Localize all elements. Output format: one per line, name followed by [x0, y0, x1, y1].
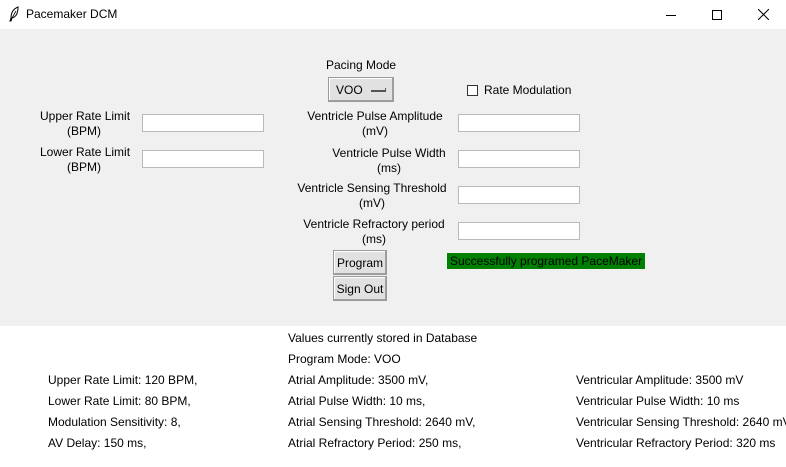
- feather-icon: [9, 6, 19, 22]
- ventricle-amplitude-label-line1: Ventricle Pulse Amplitude: [307, 109, 443, 123]
- ventricle-amplitude-label: Ventricle Pulse Amplitude (mV): [304, 109, 446, 139]
- ventricle-refractory-label: Ventricle Refractory period (ms): [302, 217, 446, 247]
- ventricle-width-input[interactable]: [458, 150, 580, 168]
- ventricle-width-label: Ventricle Pulse Width (ms): [330, 146, 448, 176]
- db-atrial-amplitude: Atrial Amplitude: 3500 mV,: [288, 373, 429, 387]
- status-message: Successfully programed PaceMaker: [447, 253, 646, 269]
- db-modulation-sensitivity: Modulation Sensitivity: 8,: [48, 415, 181, 429]
- upper-rate-label: Upper Rate Limit (BPM): [40, 109, 131, 139]
- minimize-icon: [666, 14, 676, 16]
- upper-rate-input[interactable]: [142, 114, 264, 132]
- close-icon: [757, 9, 769, 20]
- lower-rate-label-line1: Lower Rate Limit: [40, 145, 131, 159]
- upper-rate-label-line1: Upper Rate Limit: [40, 109, 131, 123]
- ventricle-refractory-input[interactable]: [458, 222, 580, 240]
- db-atrial-refractory-period: Atrial Refractory Period: 250 ms,: [288, 436, 462, 450]
- db-lower-rate: Lower Rate Limit: 80 BPM,: [48, 394, 191, 408]
- lower-rate-label: Lower Rate Limit (BPM): [40, 145, 131, 175]
- form-panel: [0, 29, 786, 326]
- rate-modulation-checkbox[interactable]: [467, 85, 478, 96]
- close-button[interactable]: [740, 0, 786, 29]
- ventricle-refractory-label-line1: Ventricle Refractory period: [303, 217, 445, 231]
- ventricle-sensing-label: Ventricle Sensing Threshold (mV): [296, 181, 448, 211]
- ventricle-amplitude-label-line2: (mV): [362, 124, 388, 138]
- ventricle-sensing-label-line2: (mV): [359, 196, 385, 210]
- window-title: Pacemaker DCM: [26, 7, 118, 21]
- db-av-delay: AV Delay: 150 ms,: [48, 436, 147, 450]
- sign-out-button[interactable]: Sign Out: [333, 276, 387, 301]
- ventricle-sensing-input[interactable]: [458, 186, 580, 204]
- db-ventricular-sensing-threshold: Ventricular Sensing Threshold: 2640 mV: [576, 415, 786, 429]
- database-heading: Values currently stored in Database: [288, 331, 478, 345]
- minimize-button[interactable]: [648, 0, 694, 29]
- pacing-mode-label: Pacing Mode: [326, 58, 397, 72]
- ventricle-refractory-label-line2: (ms): [362, 232, 386, 246]
- option-menu-indicator-icon: [371, 88, 386, 92]
- maximize-button[interactable]: [694, 0, 740, 29]
- db-upper-rate: Upper Rate Limit: 120 BPM,: [48, 373, 198, 387]
- db-atrial-pulse-width: Atrial Pulse Width: 10 ms,: [288, 394, 426, 408]
- db-ventricular-amplitude: Ventricular Amplitude: 3500 mV: [576, 373, 744, 387]
- program-button[interactable]: Program: [333, 250, 387, 275]
- db-atrial-sensing-threshold: Atrial Sensing Threshold: 2640 mV,: [288, 415, 476, 429]
- upper-rate-label-line2: (BPM): [67, 124, 101, 138]
- db-ventricular-pulse-width: Ventricular Pulse Width: 10 ms: [576, 394, 740, 408]
- pacing-mode-select[interactable]: VOO: [328, 77, 394, 102]
- lower-rate-input[interactable]: [142, 150, 264, 168]
- ventricle-amplitude-input[interactable]: [458, 114, 580, 132]
- lower-rate-label-line2: (BPM): [67, 160, 101, 174]
- title-bar: Pacemaker DCM: [0, 0, 786, 29]
- db-ventricular-refractory-period: Ventricular Refractory Period: 320 ms: [576, 436, 776, 450]
- pacing-mode-value: VOO: [336, 82, 363, 97]
- rate-modulation-label: Rate Modulation: [484, 83, 572, 97]
- program-mode-text: Program Mode: VOO: [288, 352, 401, 366]
- ventricle-sensing-label-line1: Ventricle Sensing Threshold: [297, 181, 447, 195]
- maximize-icon: [712, 9, 722, 20]
- ventricle-width-label-line1: Ventricle Pulse Width: [332, 146, 446, 160]
- ventricle-width-label-line2: (ms): [377, 161, 401, 175]
